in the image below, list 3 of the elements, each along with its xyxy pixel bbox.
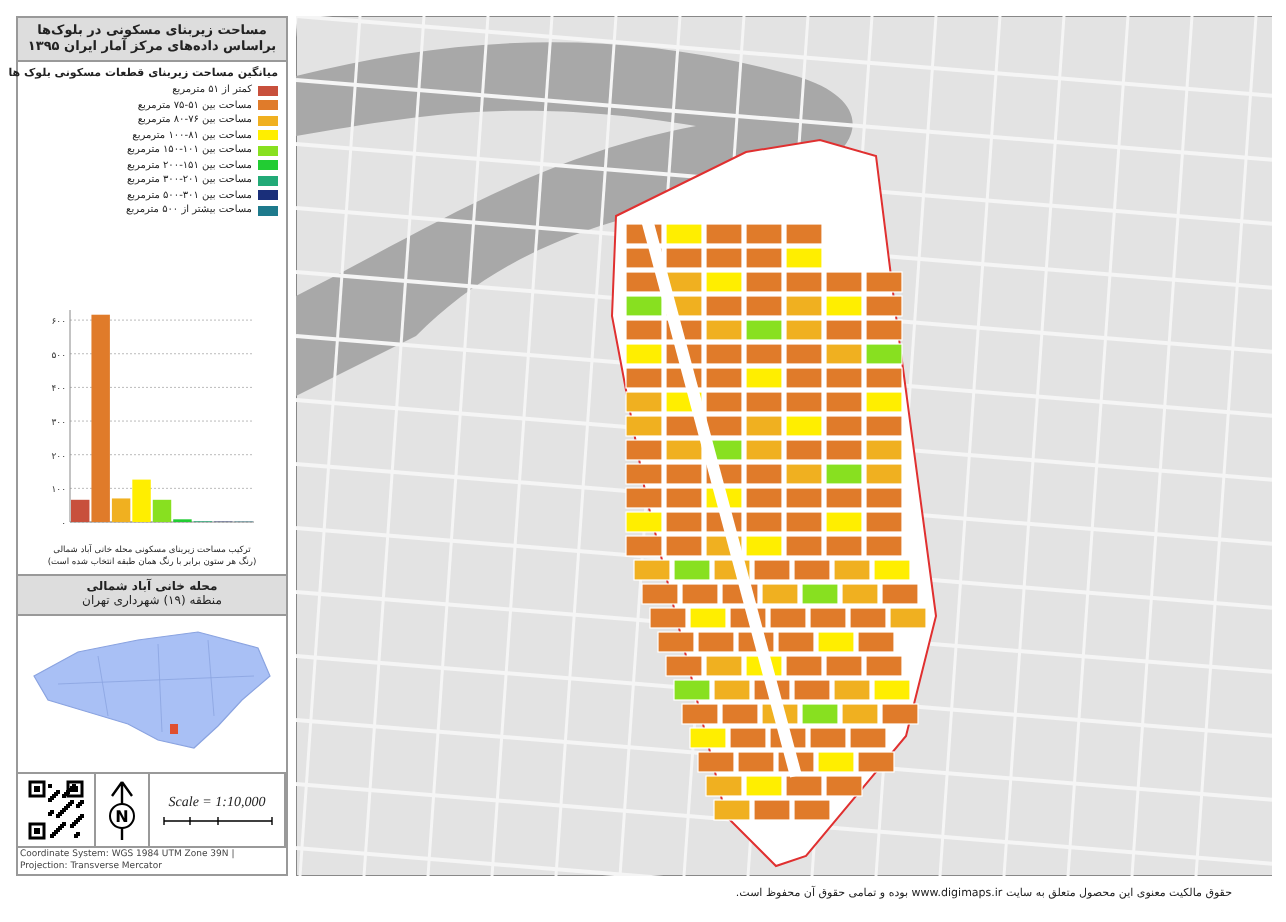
qr-code-icon [28,780,84,841]
north-label: N [115,808,129,827]
scale-bar-icon [161,816,273,827]
